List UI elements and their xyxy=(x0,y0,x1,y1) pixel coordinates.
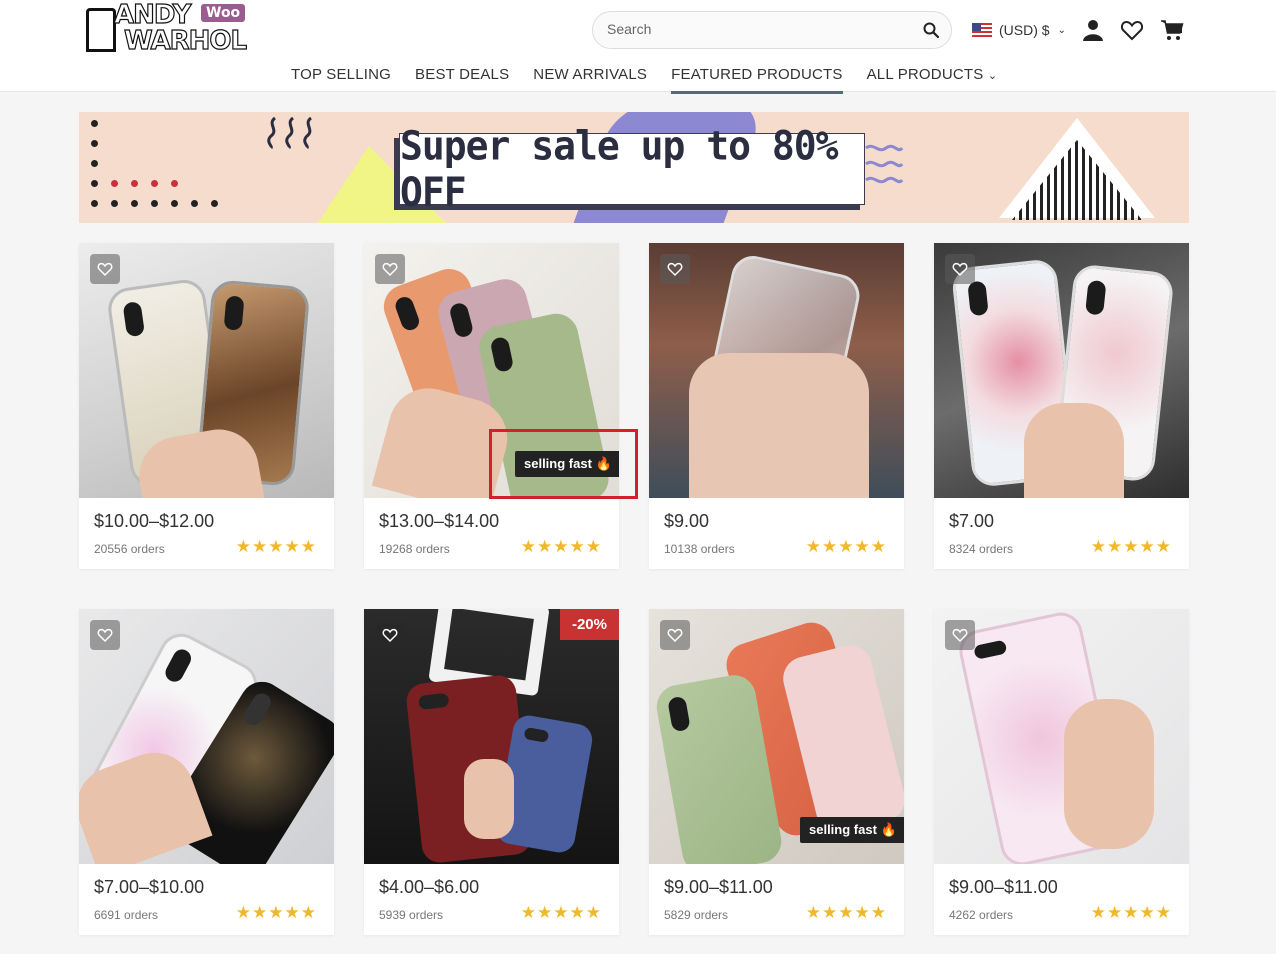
rating-stars: ★★★★★ xyxy=(1090,537,1172,556)
discount-badge: -20% xyxy=(559,609,619,640)
heart-icon xyxy=(667,628,683,643)
site-header: ANDY WARHOL Woo (USD) $ ⌄ TOP SELLING BE… xyxy=(0,0,1276,94)
rating-stars: ★★★★★ xyxy=(520,537,602,556)
product-image[interactable]: selling fast 🔥 xyxy=(649,609,904,864)
highlight-box xyxy=(489,429,638,499)
product-card[interactable]: $10.00–$12.00 20556 orders ★★★★★ xyxy=(79,243,334,569)
search-icon[interactable] xyxy=(923,22,939,38)
product-card[interactable]: $9.00–$11.00 4262 orders ★★★★★ xyxy=(934,609,1189,935)
user-icon[interactable] xyxy=(1081,18,1105,42)
cart-icon[interactable] xyxy=(1160,18,1184,42)
product-price[interactable]: $13.00–$14.00 xyxy=(379,511,499,532)
wishlist-button[interactable] xyxy=(945,254,975,284)
banner-wave-icon xyxy=(267,116,313,150)
heart-icon xyxy=(952,628,968,643)
search-box xyxy=(592,11,952,49)
wishlist-button[interactable] xyxy=(660,620,690,650)
order-count: 8324 orders xyxy=(949,542,1014,556)
product-price[interactable]: $9.00 xyxy=(664,511,709,532)
wishlist-button[interactable] xyxy=(945,620,975,650)
order-count: 4262 orders xyxy=(949,908,1014,922)
wishlist-heart-icon[interactable] xyxy=(1120,18,1144,42)
product-card[interactable]: $9.00 10138 orders ★★★★★ xyxy=(649,243,904,569)
product-price[interactable]: $7.00–$10.00 xyxy=(94,877,204,898)
product-card[interactable]: selling fast 🔥 $9.00–$11.00 5829 orders … xyxy=(649,609,904,935)
selling-fast-badge: selling fast 🔥 xyxy=(800,817,904,843)
product-image[interactable]: -20% xyxy=(364,609,619,864)
product-image[interactable] xyxy=(79,609,334,864)
order-count: 5939 orders xyxy=(379,908,444,922)
heart-icon xyxy=(952,262,968,277)
wishlist-button[interactable] xyxy=(90,254,120,284)
order-count: 19268 orders xyxy=(379,542,450,556)
rating-stars: ★★★★★ xyxy=(805,537,887,556)
heart-icon xyxy=(382,262,398,277)
nav-new-arrivals[interactable]: NEW ARRIVALS xyxy=(521,64,659,92)
order-count: 10138 orders xyxy=(664,542,735,556)
product-price[interactable]: $10.00–$12.00 xyxy=(94,511,214,532)
currency-label: (USD) $ xyxy=(999,22,1050,38)
product-price[interactable]: $7.00 xyxy=(949,511,994,532)
nav-all-products[interactable]: ALL PRODUCTS ⌄ xyxy=(855,64,1010,92)
wishlist-button[interactable] xyxy=(375,254,405,284)
product-card[interactable]: -20% $4.00–$6.00 5939 orders ★★★★★ xyxy=(364,609,619,935)
search-input[interactable] xyxy=(607,21,907,37)
product-card[interactable]: selling fast 🔥 $13.00–$14.00 19268 order… xyxy=(364,243,619,569)
heart-icon xyxy=(667,262,683,277)
logo-line-2: WARHOL xyxy=(123,26,247,56)
us-flag-icon xyxy=(972,23,992,37)
nav-featured-products[interactable]: FEATURED PRODUCTS xyxy=(659,64,854,94)
product-price[interactable]: $9.00–$11.00 xyxy=(664,877,773,898)
site-logo[interactable]: ANDY WARHOL Woo xyxy=(84,1,248,56)
heart-icon xyxy=(382,628,398,643)
wishlist-button[interactable] xyxy=(660,254,690,284)
nav-best-deals[interactable]: BEST DEALS xyxy=(403,64,521,92)
banner-headline: Super sale up to 80% OFF xyxy=(400,122,839,216)
product-image[interactable] xyxy=(934,243,1189,498)
order-count: 20556 orders xyxy=(94,542,165,556)
logo-woo-badge: Woo xyxy=(201,4,246,22)
rating-stars: ★★★★★ xyxy=(235,903,317,922)
product-card[interactable]: $7.00 8324 orders ★★★★★ xyxy=(934,243,1189,569)
banner-zigzag-icon xyxy=(865,144,904,184)
product-image[interactable] xyxy=(649,243,904,498)
chevron-down-icon: ⌄ xyxy=(1057,24,1066,36)
product-card[interactable]: $7.00–$10.00 6691 orders ★★★★★ xyxy=(79,609,334,935)
nav-top-selling[interactable]: TOP SELLING xyxy=(279,64,403,92)
order-count: 5829 orders xyxy=(664,908,729,922)
product-image[interactable] xyxy=(934,609,1189,864)
promo-banner[interactable]: Super sale up to 80% OFF xyxy=(79,112,1189,223)
product-image[interactable] xyxy=(79,243,334,498)
rating-stars: ★★★★★ xyxy=(1090,903,1172,922)
rating-stars: ★★★★★ xyxy=(805,903,887,922)
wishlist-button[interactable] xyxy=(375,620,405,650)
order-count: 6691 orders xyxy=(94,908,159,922)
chevron-down-icon: ⌄ xyxy=(987,70,998,82)
product-price[interactable]: $9.00–$11.00 xyxy=(949,877,1058,898)
heart-icon xyxy=(97,628,113,643)
heart-icon xyxy=(97,262,113,277)
rating-stars: ★★★★★ xyxy=(235,537,317,556)
currency-selector[interactable]: (USD) $ ⌄ xyxy=(972,20,1066,40)
rating-stars: ★★★★★ xyxy=(520,903,602,922)
banner-textbox: Super sale up to 80% OFF xyxy=(399,123,865,215)
nav-all-products-label: ALL PRODUCTS xyxy=(866,66,984,83)
main-nav: TOP SELLING BEST DEALS NEW ARRIVALS FEAT… xyxy=(279,64,1010,94)
product-price[interactable]: $4.00–$6.00 xyxy=(379,877,479,898)
product-grid: $10.00–$12.00 20556 orders ★★★★★ selling… xyxy=(79,243,1189,935)
wishlist-button[interactable] xyxy=(90,620,120,650)
